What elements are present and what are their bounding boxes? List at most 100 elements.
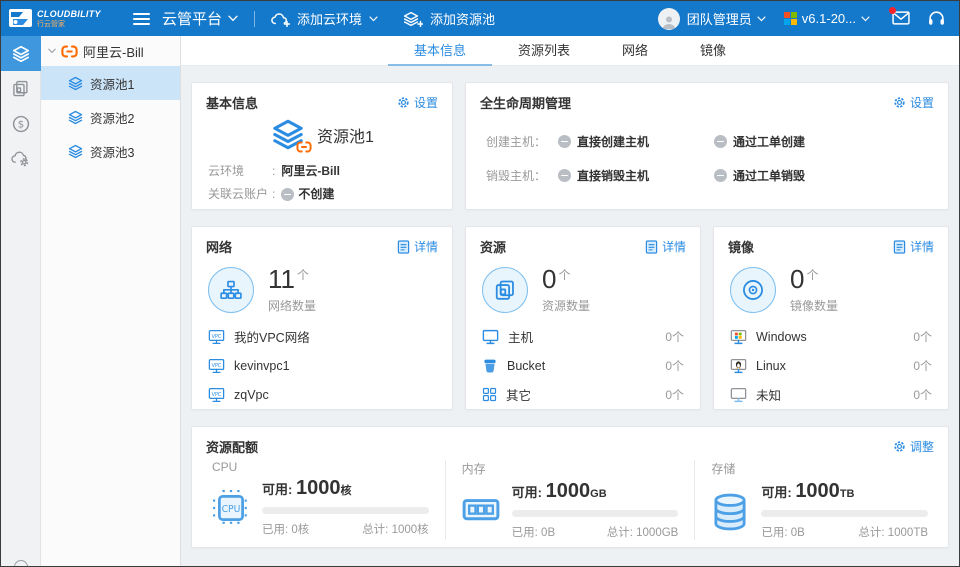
basic-info-card: 基本信息 设置 资源池1 — [191, 82, 453, 210]
sidebar-item-resources[interactable] — [1, 71, 41, 106]
quota-adjust-link[interactable]: 调整 — [893, 438, 934, 455]
mail-button[interactable] — [892, 10, 910, 28]
user-role-label[interactable]: 团队管理员 — [687, 9, 752, 28]
sidebar-item-cloud-settings[interactable] — [1, 141, 41, 176]
tree-item-pool2[interactable]: 资源池2 — [41, 100, 180, 134]
hamburger-menu-icon[interactable] — [133, 13, 150, 25]
linux-list-item[interactable]: Linux 0个 — [730, 351, 932, 380]
tab-image[interactable]: 镜像 — [674, 36, 752, 66]
tree-item-pool1[interactable]: 资源池1 — [41, 66, 180, 100]
notification-dot — [889, 7, 896, 14]
resource-count: 0 — [542, 264, 556, 294]
vpc-list-item[interactable]: zqVpc — [208, 380, 436, 409]
tree-item-label: 资源池2 — [90, 108, 134, 127]
add-cloud-env-button[interactable]: 添加云环境 — [271, 9, 378, 28]
sidebar-item-billing[interactable] — [1, 106, 41, 141]
vpc-list-item[interactable]: 我的VPC网络 — [208, 322, 436, 351]
brand-logo[interactable]: CLOUDBILITY 行云管家 — [9, 9, 131, 29]
vpc-list-item[interactable]: kevinvpc1 — [208, 351, 436, 380]
header-right-group: 团队管理员 v6.1-20... — [658, 8, 945, 30]
network-stat: 11个 网络数量 — [192, 260, 452, 316]
sidebar-item-resource-pools[interactable] — [1, 36, 41, 71]
unknown-monitor-icon — [730, 387, 747, 403]
minus-circle-icon — [558, 169, 571, 182]
create-host-row: 创建主机： 直接创建主机 通过工单创建 — [466, 133, 948, 150]
minus-circle-icon — [558, 135, 571, 148]
network-caption: 网络数量 — [268, 297, 316, 314]
resource-caption: 资源数量 — [542, 297, 590, 314]
image-count: 0 — [790, 264, 804, 294]
copy-icon — [12, 80, 29, 97]
vpc-icon — [208, 329, 225, 345]
pool-hero: 资源池1 — [192, 118, 452, 152]
memory-icon — [462, 492, 500, 526]
card-title: 镜像 — [728, 237, 754, 256]
document-icon — [893, 240, 906, 254]
vpc-icon — [208, 387, 225, 403]
help-icon[interactable] — [14, 560, 28, 567]
other-list-item[interactable]: 其它 0个 — [482, 380, 684, 409]
avatar[interactable] — [658, 8, 680, 30]
version-selector[interactable]: v6.1-20... — [784, 11, 870, 26]
card-title: 网络 — [206, 237, 232, 256]
destroy-host-row: 销毁主机： 直接销毁主机 通过工单销毁 — [466, 167, 948, 184]
bucket-icon — [482, 358, 498, 374]
add-resource-pool-button[interactable]: 添加资源池 — [404, 9, 495, 28]
basic-info-settings-link[interactable]: 设置 — [397, 94, 438, 111]
unknown-list-item[interactable]: 未知 0个 — [730, 380, 932, 409]
account-row: 关联云账户: 不创建 — [192, 183, 452, 206]
resource-card: 资源 详情 0个 资源数量 — [465, 226, 701, 410]
brand-name: CLOUDBILITY — [37, 10, 101, 19]
card-title: 全生命周期管理 — [480, 93, 571, 112]
tab-network[interactable]: 网络 — [596, 36, 674, 66]
pages-icon — [482, 267, 528, 313]
tab-resource-list[interactable]: 资源列表 — [492, 36, 596, 66]
platform-menu[interactable]: 云管平台 — [162, 8, 238, 29]
top-header-bar: CLOUDBILITY 行云管家 云管平台 添加云环境 添加资源池 团队管理员 — [1, 1, 959, 36]
tab-basic-info[interactable]: 基本信息 — [388, 36, 492, 66]
version-label: v6.1-20... — [802, 11, 856, 26]
chevron-down-icon — [48, 48, 56, 54]
resource-detail-link[interactable]: 详情 — [645, 238, 686, 255]
aliyun-logo-icon — [61, 45, 78, 58]
layers-plus-icon — [404, 11, 423, 27]
monitor-icon — [482, 329, 499, 345]
image-stat: 0个 镜像数量 — [714, 260, 948, 316]
gear-icon — [893, 440, 906, 453]
quota-storage-section: 存储 可用: 1000TB 已用: 0B总计: 1000TB — [694, 460, 944, 540]
tree-item-label: 资源池3 — [90, 142, 134, 161]
chevron-down-icon — [228, 15, 238, 22]
windows-list-item[interactable]: Windows 0个 — [730, 322, 932, 351]
env-value: 阿里云-Bill — [281, 160, 340, 183]
network-card: 网络 详情 11个 网络数量 — [191, 226, 453, 410]
gear-icon — [397, 96, 410, 109]
linux-penguin-icon — [730, 358, 747, 374]
disc-icon — [730, 267, 776, 313]
image-detail-link[interactable]: 详情 — [893, 238, 934, 255]
chevron-down-icon[interactable] — [757, 16, 766, 22]
layers-icon — [68, 144, 83, 159]
content-area: 基本信息 设置 资源池1 — [181, 66, 959, 566]
lifecycle-settings-link[interactable]: 设置 — [893, 94, 934, 111]
bucket-list-item[interactable]: Bucket 0个 — [482, 351, 684, 380]
grid-icon — [482, 387, 497, 402]
network-topology-icon — [208, 267, 254, 313]
minus-circle-icon — [714, 169, 727, 182]
cpu-progress-bar — [262, 507, 429, 514]
host-list-item[interactable]: 主机 0个 — [482, 322, 684, 351]
dollar-icon — [12, 115, 30, 133]
document-icon — [397, 240, 410, 254]
tree-item-label: 资源池1 — [90, 74, 134, 93]
chevron-down-icon — [369, 16, 378, 22]
network-detail-link[interactable]: 详情 — [397, 238, 438, 255]
windows-logo-icon — [784, 12, 797, 25]
tree-item-pool3[interactable]: 资源池3 — [41, 134, 180, 168]
tree-root-aliyun-bill[interactable]: 阿里云-Bill — [41, 36, 180, 66]
support-button[interactable] — [928, 10, 945, 28]
add-cloud-env-label: 添加云环境 — [297, 9, 362, 28]
cloud-plus-icon — [271, 11, 290, 27]
account-value: 不创建 — [298, 183, 334, 206]
destroy-ticket-option: 通过工单销毁 — [714, 167, 832, 184]
tab-bar: 基本信息 资源列表 网络 镜像 — [181, 36, 959, 66]
resource-pool-tree: 阿里云-Bill 资源池1 资源池2 资源池3 — [41, 36, 181, 566]
